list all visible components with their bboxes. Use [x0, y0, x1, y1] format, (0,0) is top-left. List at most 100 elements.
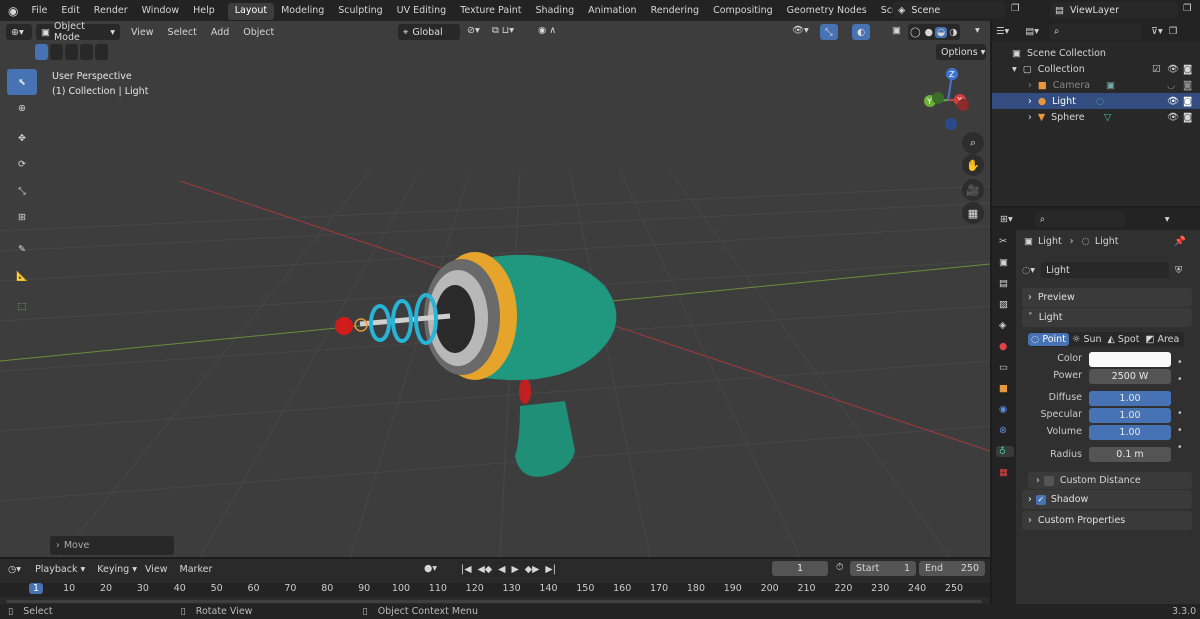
view-layer-copy-icon[interactable]: ❐ [1183, 3, 1192, 14]
collection-row[interactable]: ▾ ▢ Collection ☑ 👁 ◙ [992, 61, 1200, 77]
stopwatch-icon[interactable]: ⏱ [836, 562, 843, 573]
proportional-icon[interactable]: ◉ ∧ [538, 25, 556, 36]
frame-tick-label[interactable]: 180 [687, 583, 705, 594]
tool-measure[interactable]: 📐 [7, 263, 37, 289]
type-point[interactable]: ◌ Point [1028, 333, 1069, 346]
solid-shading-icon[interactable]: ● [923, 27, 935, 38]
jump-end-icon[interactable]: ▶| [545, 564, 556, 575]
tool-scale[interactable]: ⤡ [7, 178, 37, 204]
pin-icon[interactable]: 📌 [1174, 236, 1186, 247]
blender-logo-icon[interactable]: ◉ [8, 4, 18, 18]
frame-tick-label[interactable]: 1 [28, 583, 44, 594]
pivot-icon[interactable]: ⊘▾ [467, 25, 480, 36]
jump-start-icon[interactable]: |◀ [461, 564, 472, 575]
tab-rendering[interactable]: Rendering [644, 3, 707, 20]
material-shading-icon[interactable]: ◒ [934, 26, 948, 38]
tab-sculpting[interactable]: Sculpting [331, 3, 389, 20]
last-operator-panel[interactable]: › Move [50, 536, 174, 555]
frame-tick-label[interactable]: 60 [247, 583, 259, 594]
tool-add-cube[interactable]: ⬚ [7, 293, 37, 319]
overlay-toggle-icon[interactable]: ◐ [852, 24, 871, 40]
tab-light-data-icon[interactable]: ♁ [996, 446, 1014, 457]
frame-tick-label[interactable]: 20 [100, 583, 112, 594]
frame-tick-label[interactable]: 230 [871, 583, 889, 594]
frame-tick-label[interactable]: 110 [429, 583, 447, 594]
menu-select[interactable]: Select [161, 27, 204, 38]
next-key-icon[interactable]: ◆▶ [525, 564, 540, 575]
select-intersect-icon[interactable] [95, 44, 108, 60]
camera-render-icon[interactable]: ◙ [1183, 96, 1192, 107]
color-field[interactable] [1089, 352, 1171, 367]
frame-tick-label[interactable]: 30 [137, 583, 149, 594]
shadow-checkbox[interactable]: ✓ [1035, 494, 1046, 505]
specular-slider[interactable]: 1.00 [1089, 408, 1171, 423]
tab-constraints-icon[interactable]: ⊗ [999, 425, 1016, 436]
navigation-gizmo[interactable]: Z X Y [918, 65, 978, 135]
frame-tick-label[interactable]: 200 [761, 583, 779, 594]
frame-tick-label[interactable]: 250 [945, 583, 963, 594]
frame-tick-label[interactable]: 160 [613, 583, 631, 594]
scene-collection-row[interactable]: ▣ Scene Collection [992, 45, 1200, 61]
camera-render-icon[interactable]: ◙ [1183, 112, 1192, 123]
play-icon[interactable]: ▶ [511, 564, 518, 575]
editor-type-button[interactable]: ⊕▾ [6, 24, 32, 40]
menu-render[interactable]: Render [87, 5, 135, 16]
tab-layout[interactable]: Layout [227, 3, 275, 20]
start-frame-field[interactable]: Start 1 [850, 561, 916, 576]
exclude-checkbox[interactable]: ☑ [1152, 64, 1161, 75]
end-frame-field[interactable]: End 250 [919, 561, 985, 576]
menu-object[interactable]: Object [236, 27, 281, 38]
custom-distance-checkbox[interactable] [1043, 475, 1054, 486]
camera-view-icon[interactable]: 🎥 [962, 179, 984, 201]
select-new-icon[interactable] [35, 44, 48, 60]
tool-rotate[interactable]: ⟳ [7, 151, 37, 177]
clock-icon[interactable]: ◷▾ [8, 564, 21, 575]
frame-tick-label[interactable]: 50 [211, 583, 223, 594]
fake-user-icon[interactable]: ⛨ [1175, 265, 1182, 276]
section-light[interactable]: ˅ Light [1022, 308, 1192, 327]
wireframe-shading-icon[interactable]: ◯ [908, 27, 923, 38]
expand-arrow-icon[interactable]: › [1028, 80, 1032, 91]
select-extend-icon[interactable] [50, 44, 63, 60]
frame-tick-label[interactable]: 70 [284, 583, 296, 594]
light-name-field[interactable]: Light [1041, 262, 1170, 278]
frame-tick-label[interactable]: 210 [797, 583, 815, 594]
new-collection-icon[interactable]: ❐ [1169, 26, 1178, 37]
tab-physics-icon[interactable]: ◉ [999, 404, 1016, 415]
properties-search-input[interactable]: ⌕ [1034, 211, 1125, 227]
gizmo-toggle-icon[interactable]: ⤡ [820, 24, 838, 40]
frame-tick-label[interactable]: 40 [174, 583, 186, 594]
tab-scene-icon[interactable]: ◈ [999, 320, 1016, 331]
snap-icon[interactable]: ⧉ ⊔▾ [492, 25, 514, 36]
eye-closed-icon[interactable]: ◡ [1167, 80, 1175, 91]
prev-key-icon[interactable]: ◀◆ [478, 564, 493, 575]
xray-icon[interactable]: ▣ [892, 25, 901, 36]
timeline-scrollbar[interactable] [6, 600, 982, 603]
tab-geometry-nodes[interactable]: Geometry Nodes [780, 3, 874, 20]
outliner-search-input[interactable]: ⌕ [1049, 23, 1142, 40]
ray-gun-model[interactable] [335, 252, 617, 477]
frame-tick-label[interactable]: 90 [358, 583, 370, 594]
tab-texture-paint[interactable]: Texture Paint [453, 3, 528, 20]
eye-icon[interactable]: 👁 [1167, 112, 1179, 123]
tool-move[interactable]: ✥ [7, 125, 37, 151]
record-icon[interactable]: ●▾ [424, 563, 437, 574]
tab-animation[interactable]: Animation [581, 3, 643, 20]
tab-compositing[interactable]: Compositing [706, 3, 780, 20]
tab-tool-icon[interactable]: ✂ [999, 236, 1016, 247]
editor-type-icon[interactable]: ⊞▾ [1000, 214, 1013, 225]
menu-view[interactable]: View [145, 564, 168, 575]
outliner-item-sphere[interactable]: › ▼ Sphere ▽ 👁 ◙ [992, 109, 1200, 125]
outliner-item-camera[interactable]: › ■ Camera ▣ ◡ ◙ [992, 77, 1200, 93]
rendered-shading-icon[interactable]: ◑ [947, 27, 959, 38]
frame-tick-label[interactable]: 10 [63, 583, 75, 594]
frame-tick-label[interactable]: 140 [539, 583, 557, 594]
tab-world-icon[interactable]: ● [999, 341, 1016, 352]
expand-arrow-icon[interactable]: › [1028, 112, 1032, 123]
expand-arrow-icon[interactable]: ▾ [1012, 64, 1017, 75]
menu-edit[interactable]: Edit [54, 5, 86, 16]
custom-distance-row[interactable]: › Custom Distance [1028, 472, 1192, 489]
tab-shading[interactable]: Shading [529, 3, 582, 20]
frame-tick-label[interactable]: 120 [466, 583, 484, 594]
tab-object-icon[interactable]: ■ [999, 383, 1016, 394]
